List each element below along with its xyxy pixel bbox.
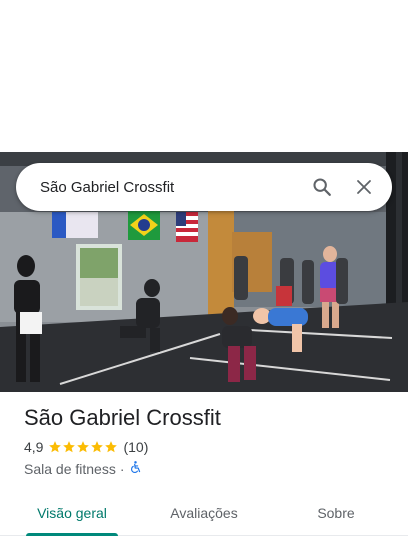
search-icon[interactable] xyxy=(304,169,340,205)
rating-value: 4,9 xyxy=(24,439,44,455)
wheelchair-icon xyxy=(129,460,142,478)
star-icon xyxy=(91,441,104,453)
tab-bar: Visão geral Avaliações Sobre xyxy=(0,496,408,536)
star-icon xyxy=(63,441,76,453)
blank-area xyxy=(0,0,408,152)
category-row: Sala de fitness · xyxy=(24,460,394,478)
star-icon xyxy=(105,441,118,453)
star-rating xyxy=(48,440,118,454)
reviews-count[interactable]: (10) xyxy=(123,438,148,456)
close-icon[interactable] xyxy=(346,169,382,205)
search-input[interactable]: São Gabriel Crossfit xyxy=(40,179,304,196)
active-tab-indicator xyxy=(26,533,118,536)
tab-about[interactable]: Sobre xyxy=(276,496,396,536)
star-icon xyxy=(77,441,90,453)
tab-reviews[interactable]: Avaliações xyxy=(144,496,264,536)
tab-overview[interactable]: Visão geral xyxy=(12,496,132,536)
search-bar[interactable]: São Gabriel Crossfit xyxy=(16,163,392,211)
rating-row[interactable]: 4,9 (10) xyxy=(24,438,394,456)
place-info: São Gabriel Crossfit 4,9 (10) Sala de fi… xyxy=(24,404,394,478)
place-category: Sala de fitness xyxy=(24,461,116,477)
star-icon xyxy=(49,441,62,453)
separator: · xyxy=(119,461,125,477)
place-title: São Gabriel Crossfit xyxy=(24,405,221,430)
